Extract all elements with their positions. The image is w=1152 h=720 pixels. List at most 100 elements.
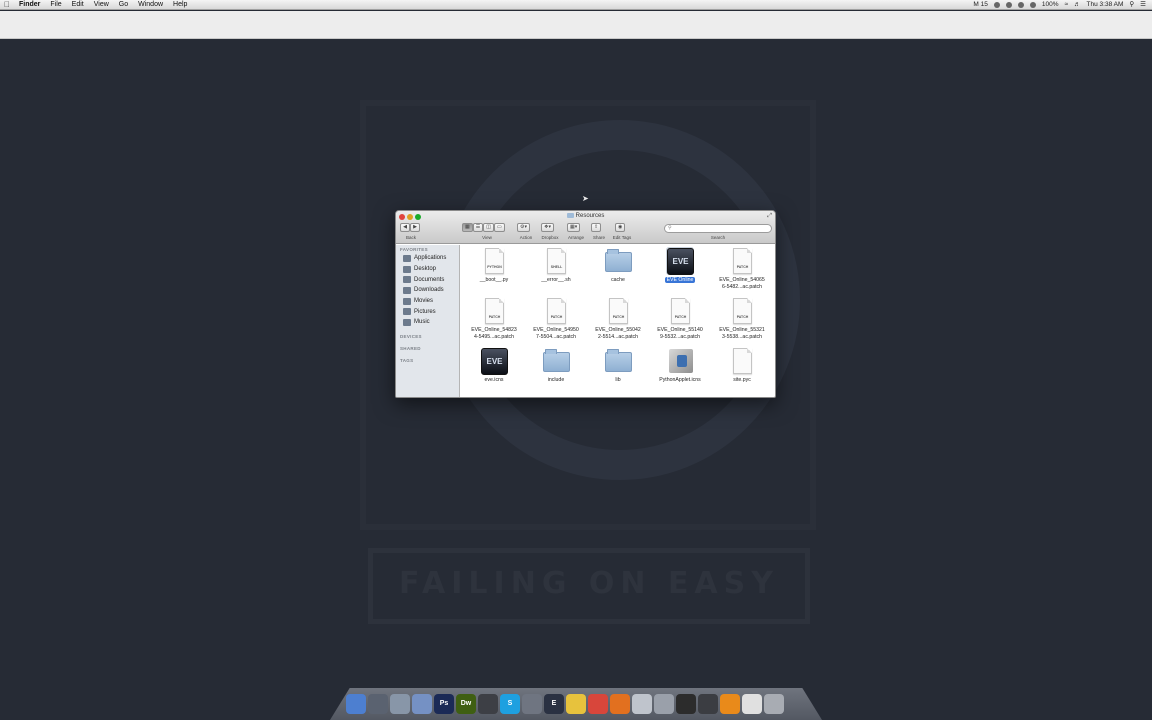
arrange-icon[interactable]: ▦▾ (567, 223, 581, 232)
tag-icon[interactable]: ◉ (615, 223, 626, 232)
apple-menu-icon[interactable]:  (0, 0, 14, 10)
mail-icon[interactable] (632, 694, 652, 714)
action-gear-icon[interactable]: ⚙▾ (517, 223, 530, 232)
document-icon[interactable] (742, 694, 762, 714)
menu-help[interactable]: Help (168, 0, 192, 10)
file-item[interactable]: PATCH EVE_Online_55321 3-5538...ac.patch (712, 297, 772, 340)
file-item[interactable]: EVE EVE Online (650, 247, 710, 284)
obs-icon[interactable] (676, 694, 696, 714)
trash-icon[interactable] (764, 694, 784, 714)
file-type-tag: PATCH (736, 265, 749, 269)
action-label: Action (519, 235, 533, 240)
battery-percentage[interactable]: 100% (1042, 0, 1059, 10)
forward-button[interactable]: ▶ (410, 223, 420, 232)
firefox-icon[interactable] (610, 694, 630, 714)
fullscreen-icon[interactable]: ⤢ (767, 213, 772, 220)
photoshop-icon[interactable]: Ps (434, 694, 454, 714)
file-item[interactable]: PythonApplet.icns (650, 347, 710, 384)
skype-icon[interactable]: S (500, 694, 520, 714)
dreamweaver-icon[interactable]: Dw (456, 694, 476, 714)
status-mail-count[interactable]: M 15 (973, 0, 987, 10)
favorites-heading: FAVORITES (400, 247, 428, 252)
sidebar-item-music[interactable]: Music (396, 317, 459, 328)
dashboard-icon[interactable] (368, 694, 388, 714)
file-item[interactable]: PYTHON __boot__.py (464, 247, 524, 284)
movies-icon (403, 297, 411, 305)
desktop-icon (403, 265, 411, 273)
dropbox-status-icon[interactable] (1005, 2, 1012, 8)
cyberduck-icon[interactable] (566, 694, 586, 714)
file-item[interactable]: site.pyc (712, 347, 772, 384)
menu-go[interactable]: Go (114, 0, 133, 10)
file-item[interactable]: PATCH EVE_Online_54823 4-5495...ac.patch (464, 297, 524, 340)
file-type-tag: PATCH (488, 315, 501, 319)
file-item[interactable]: PATCH EVE_Online_54950 7-5504...ac.patch (526, 297, 586, 340)
volume-icon[interactable]: ♬ (1074, 0, 1081, 10)
file-item[interactable]: SHELL __error__.sh (526, 247, 586, 284)
file-item[interactable]: PATCH EVE_Online_55042 2-5514...ac.patch (588, 297, 648, 340)
back-button[interactable]: ◀ (400, 223, 410, 232)
column-view-button[interactable]: ◫ (483, 223, 494, 232)
search-field[interactable]: ⚲ (664, 224, 772, 233)
sidebar-item-downloads[interactable]: Downloads (396, 285, 459, 296)
icon-view-button[interactable]: ▦ (462, 223, 473, 232)
utility-icon[interactable] (654, 694, 674, 714)
menu-file[interactable]: File (45, 0, 66, 10)
search-label: Search (710, 235, 726, 240)
file-item[interactable]: cache (588, 247, 648, 284)
file-icon-wrap (604, 247, 632, 275)
file-item[interactable]: PATCH EVE_Online_55140 9-5532...ac.patch (650, 297, 710, 340)
time-machine-icon[interactable] (1017, 2, 1024, 8)
menu-window[interactable]: Window (133, 0, 168, 10)
finder-icon[interactable] (346, 694, 366, 714)
steam-icon[interactable] (522, 694, 542, 714)
chrome-icon[interactable] (588, 694, 608, 714)
menu-view[interactable]: View (89, 0, 114, 10)
file-item[interactable]: EVE eve.icns (464, 347, 524, 384)
file-item[interactable]: lib (588, 347, 648, 384)
clock[interactable]: Thu 3:38 AM (1087, 0, 1124, 10)
file-name: EVE_Online_55042 2-5514...ac.patch (588, 327, 648, 340)
document-file-icon: PATCH (485, 298, 504, 324)
file-icon-wrap (604, 347, 632, 375)
file-name: EVE_Online_55140 9-5532...ac.patch (650, 327, 710, 340)
menu-edit[interactable]: Edit (67, 0, 89, 10)
terminal-icon[interactable] (698, 694, 718, 714)
sidebar-item-pictures[interactable]: Pictures (396, 306, 459, 317)
view-label: View (482, 235, 492, 240)
list-view-button[interactable]: ☰ (472, 223, 484, 232)
file-name: include (526, 377, 586, 384)
tags-heading[interactable]: TAGS (396, 356, 459, 364)
launchpad-icon[interactable] (390, 694, 410, 714)
sidebar-item-label: Movies (414, 298, 434, 305)
bluetooth-icon[interactable] (1029, 2, 1036, 8)
spotlight-icon[interactable]: ⚲ (1129, 0, 1134, 10)
file-item[interactable]: include (526, 347, 586, 384)
preview-icon[interactable] (412, 694, 432, 714)
mission-control-icon[interactable] (478, 694, 498, 714)
vlc-icon[interactable] (720, 694, 740, 714)
sidebar-item-movies[interactable]: Movies (396, 296, 459, 307)
file-name-label: EVE_Online_54065 6-5482...ac.patch (719, 277, 765, 290)
notification-center-icon[interactable]: ☰ (1140, 0, 1146, 10)
file-name-label: __error__.sh (541, 277, 571, 283)
devices-heading[interactable]: DEVICES (396, 332, 459, 340)
wifi-icon[interactable]: ≈ (1064, 0, 1068, 10)
file-type-tag: PYTHON (487, 265, 502, 269)
status-area: M 15 100% ≈ ♬ Thu 3:38 AM ⚲ ☰ (973, 0, 1146, 10)
menu-app-name[interactable]: Finder (14, 0, 45, 10)
eve-dock-icon[interactable]: E (544, 694, 564, 714)
title-bar[interactable]: Resources ⤢ ◀ ▶ Back ▦ ☰ ◫ ▭ View ⚙▾ Act… (396, 211, 775, 244)
sidebar-item-applications[interactable]: Applications (396, 253, 459, 264)
file-name-label: cache (611, 277, 625, 283)
sidebar-item-documents[interactable]: Documents (396, 274, 459, 285)
cover-flow-button[interactable]: ▭ (493, 223, 505, 232)
sidebar-item-desktop[interactable]: Desktop (396, 264, 459, 275)
file-item[interactable]: PATCH EVE_Online_54065 6-5482...ac.patch (712, 247, 772, 290)
eve-app-icon: EVE (481, 348, 508, 375)
share-icon[interactable]: ⇧ (591, 223, 602, 232)
shared-heading[interactable]: SHARED (396, 344, 459, 352)
status-app-icon[interactable] (993, 2, 1000, 8)
document-file-icon: PATCH (733, 298, 752, 324)
dropbox-icon[interactable]: ❖▾ (541, 223, 554, 232)
